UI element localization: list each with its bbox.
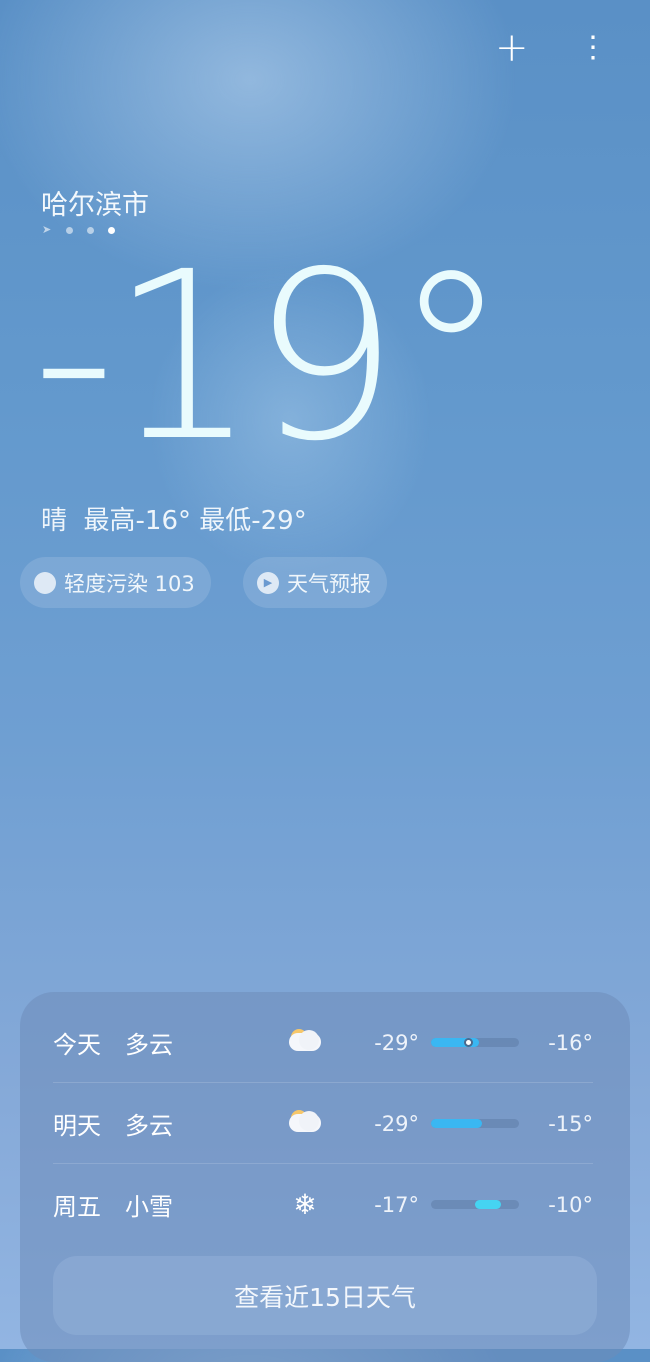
city-name: 哈尔滨市	[41, 190, 149, 221]
add-city-button[interactable]: +	[495, 28, 529, 68]
forecast-condition: 多云	[125, 1031, 173, 1059]
forecast-condition: 小雪	[125, 1193, 173, 1221]
divider	[53, 1163, 593, 1164]
forecast-condition: 多云	[125, 1112, 173, 1140]
more-vertical-icon: ⋮	[578, 30, 608, 65]
temperature-range-bar	[431, 1038, 519, 1047]
divider	[53, 1082, 593, 1083]
current-temperature: -19°	[32, 222, 509, 492]
temperature-range-fill	[431, 1119, 483, 1128]
forecast-day: 周五	[53, 1193, 101, 1221]
view-15-day-button[interactable]: 查看近15日天气	[53, 1256, 597, 1335]
forecast-card: 今天 多云 -29° -16° 明天 多云 -29° -15° 周五 小雪 ❄ -1…	[20, 992, 630, 1362]
forecast-row[interactable]: 明天 多云 -29° -15°	[53, 1083, 593, 1164]
temperature-range-bar	[431, 1200, 519, 1209]
air-quality-chip[interactable]: 轻度污染 103	[20, 557, 211, 608]
forecast-low: -29°	[374, 1111, 419, 1136]
forecast-day: 明天	[53, 1112, 101, 1140]
air-quality-label: 轻度污染 103	[64, 571, 195, 596]
partly-cloudy-icon	[289, 1108, 321, 1134]
partly-cloudy-icon	[289, 1027, 321, 1053]
forecast-video-label: 天气预报	[287, 571, 371, 596]
forecast-high: -16°	[548, 1030, 593, 1055]
forecast-low: -17°	[374, 1192, 419, 1217]
temperature-range-bar	[431, 1119, 519, 1128]
forecast-high: -10°	[548, 1192, 593, 1217]
forecast-high: -15°	[548, 1111, 593, 1136]
forecast-row[interactable]: 今天 多云 -29° -16°	[53, 1002, 593, 1083]
temperature-range-fill	[475, 1200, 502, 1209]
weather-forecast-video-chip[interactable]: ▶ 天气预报	[243, 557, 387, 608]
forecast-low: -29°	[374, 1030, 419, 1055]
weather-summary: 晴 最高-16° 最低-29°	[41, 506, 307, 536]
more-menu-button[interactable]: ⋮	[578, 28, 608, 68]
forecast-day: 今天	[53, 1031, 101, 1059]
play-icon: ▶	[257, 571, 279, 594]
forecast-row[interactable]: 周五 小雪 ❄ -17° -10°	[53, 1164, 593, 1245]
plus-icon: +	[495, 25, 529, 71]
snowflake-icon: ❄	[293, 1188, 317, 1221]
mask-icon	[34, 571, 56, 594]
